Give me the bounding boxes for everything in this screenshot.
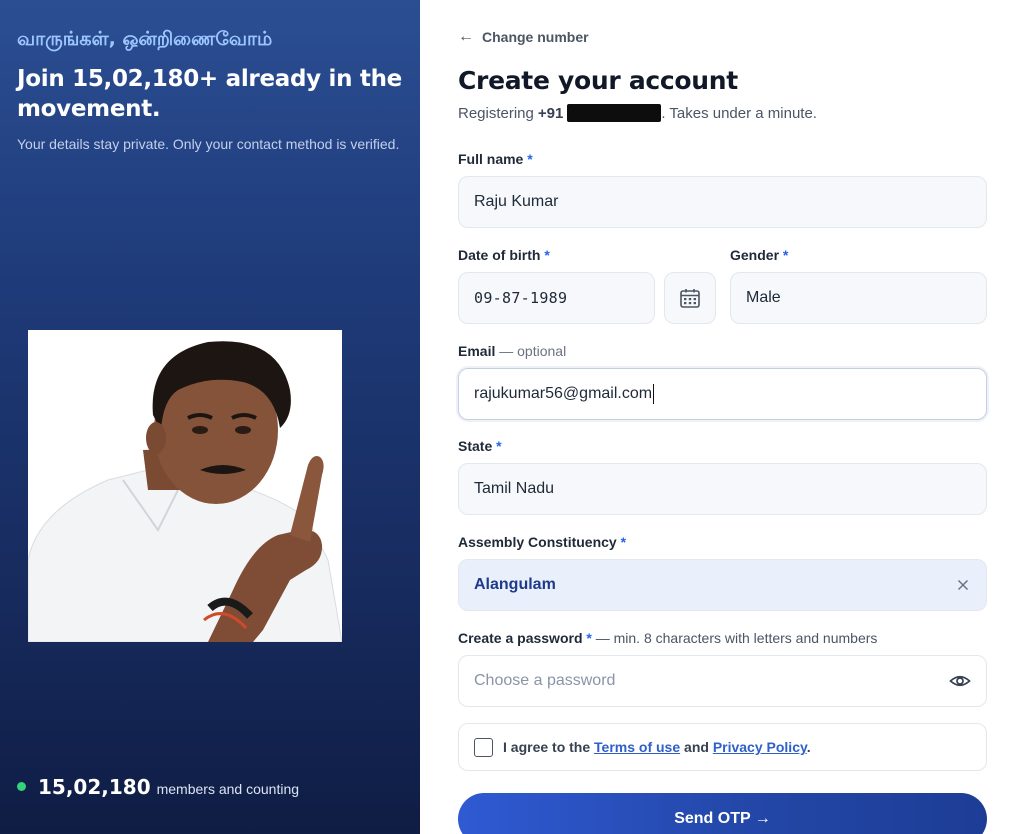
members-count: 15,02,180 xyxy=(38,775,151,799)
privacy-policy-link[interactable]: Privacy Policy xyxy=(713,739,807,755)
full-name-label: Full name * xyxy=(458,151,533,167)
send-otp-button[interactable]: Send OTP → xyxy=(458,793,987,834)
constituency-label: Assembly Constituency * xyxy=(458,534,627,550)
registering-suffix: . Takes under a minute. xyxy=(661,104,817,122)
registering-note: Registering +91 . Takes under a minute. xyxy=(458,104,817,122)
password-input[interactable]: Choose a password xyxy=(458,655,987,707)
dob-input[interactable]: 09-87-1989 xyxy=(458,272,655,324)
toggle-password-visibility[interactable] xyxy=(949,670,971,692)
text-caret xyxy=(653,384,655,404)
eye-icon xyxy=(949,675,971,687)
promo-panel: வாருங்கள், ஒன்றிணைவோம் Join 15,02,180+ a… xyxy=(0,0,420,834)
country-code: +91 xyxy=(537,104,564,122)
terms-agreement: I agree to the Terms of use and Privacy … xyxy=(458,723,987,771)
registering-prefix: Registering xyxy=(458,104,534,122)
calendar-button[interactable] xyxy=(664,272,716,324)
full-name-input[interactable]: Raju Kumar xyxy=(458,176,987,228)
status-dot-icon xyxy=(17,782,26,791)
dob-label: Date of birth * xyxy=(458,247,550,263)
state-label: State * xyxy=(458,438,502,454)
state-select[interactable]: Tamil Nadu xyxy=(458,463,987,515)
calendar-icon xyxy=(680,289,700,308)
gender-label: Gender * xyxy=(730,247,789,263)
clear-x-icon xyxy=(957,579,969,591)
tamil-greeting: வாருங்கள், ஒன்றிணைவோம் xyxy=(17,28,273,50)
redacted-phone-number xyxy=(567,104,662,122)
back-arrow-icon: ← xyxy=(458,28,474,45)
email-label: Email — optional xyxy=(458,343,567,359)
members-suffix: members and counting xyxy=(156,781,300,797)
terms-of-use-link[interactable]: Terms of use xyxy=(594,739,680,755)
change-number-link[interactable]: ← Change number xyxy=(458,28,589,46)
email-input[interactable]: rajukumar56@gmail.com xyxy=(458,368,987,420)
password-label: Create a password * — min. 8 characters … xyxy=(458,630,878,646)
change-number-label: Change number xyxy=(482,29,589,45)
page-title: Create your account xyxy=(458,66,738,95)
gender-select[interactable]: Male xyxy=(730,272,987,324)
constituency-select[interactable]: Alangulam xyxy=(458,559,987,611)
members-counter: 15,02,180 members and counting xyxy=(17,775,299,799)
terms-checkbox[interactable] xyxy=(474,737,493,757)
promo-headline: Join 15,02,180+ already in the movement. xyxy=(17,66,402,122)
terms-text: I agree to the Terms of use and Privacy … xyxy=(503,739,811,755)
privacy-note: Your details stay private. Only your con… xyxy=(17,136,400,152)
clear-constituency-button[interactable] xyxy=(955,577,971,593)
leader-portrait xyxy=(28,330,342,642)
registration-form: ← Change number Create your account Regi… xyxy=(420,0,1024,834)
